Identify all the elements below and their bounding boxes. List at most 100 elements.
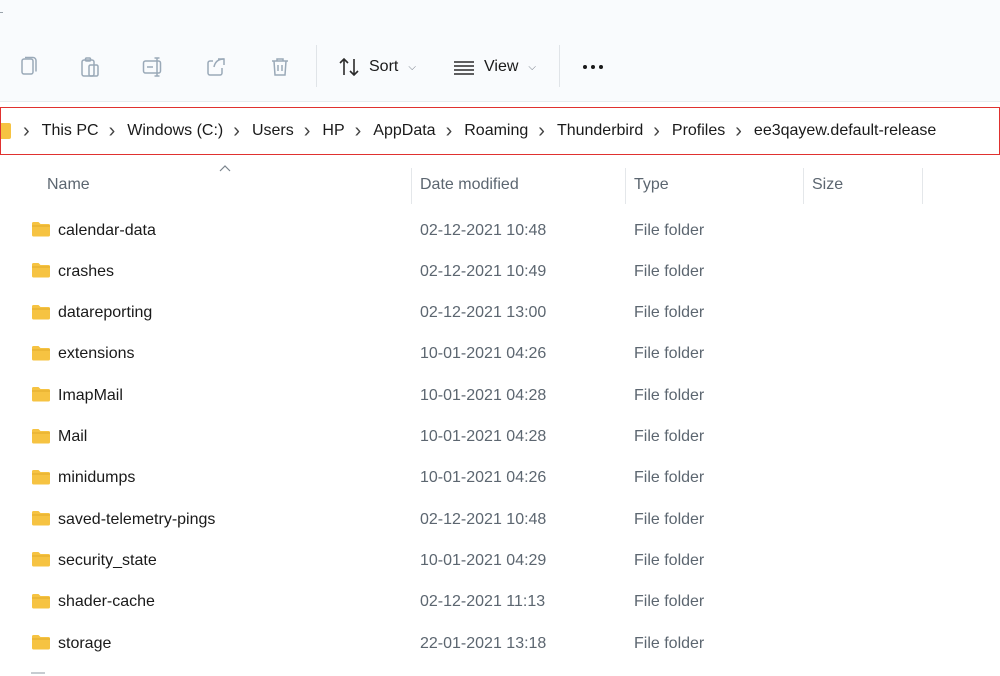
- chevron-right-icon[interactable]: ›: [109, 120, 116, 143]
- file-name: shader-cache: [58, 593, 155, 611]
- column-header-date[interactable]: Date modified: [420, 162, 519, 207]
- breadcrumb-item[interactable]: Profiles: [672, 122, 725, 140]
- file-type: File folder: [634, 386, 705, 404]
- date-modified: 02-12-2021 11:13: [420, 593, 546, 611]
- trash-icon: [272, 58, 288, 76]
- column-header-type[interactable]: Type: [634, 162, 669, 207]
- chevron-down-icon: ⌵: [528, 61, 536, 73]
- table-row[interactable]: ImapMail 10-01-2021 04:28 File folder: [0, 375, 1000, 416]
- folder-icon: [31, 386, 51, 402]
- table-row[interactable]: crashes 02-12-2021 10:49 File folder: [0, 251, 1000, 292]
- file-name: datareporting: [58, 304, 153, 322]
- folder-icon: [31, 469, 51, 485]
- column-header-size[interactable]: Size: [812, 162, 843, 207]
- folder-icon: [31, 262, 51, 278]
- date-modified: 02-12-2021 10:48: [420, 221, 547, 239]
- sort-ascending-icon: [219, 165, 231, 172]
- date-modified: 10-01-2021 04:26: [420, 469, 547, 487]
- breadcrumb-item[interactable]: This PC: [42, 122, 99, 140]
- table-row[interactable]: saved-telemetry-pings 02-12-2021 10:48 Fil…: [0, 499, 1000, 540]
- file-name: crashes: [58, 262, 115, 280]
- file-type: File folder: [634, 510, 705, 528]
- file-type: File folder: [634, 345, 705, 363]
- breadcrumb-item[interactable]: Thunderbird: [557, 122, 643, 140]
- table-row[interactable]: minidumps 10-01-2021 04:26 File folder: [0, 458, 1000, 499]
- chevron-down-icon: ⌵: [408, 61, 416, 73]
- breadcrumb-item[interactable]: ee3qayew.default-release: [754, 122, 936, 140]
- chevron-right-icon[interactable]: ›: [735, 120, 742, 143]
- table-row[interactable]: storage 22-01-2021 13:18 File folder: [0, 623, 1000, 664]
- file-explorer-window: Sort ⌵ View ⌵ › This PC › Windows (C:) › User…: [0, 0, 1000, 676]
- date-modified: 22-01-2021 13:18: [420, 634, 547, 652]
- copy-button[interactable]: [11, 50, 45, 84]
- folder-icon: [31, 304, 51, 320]
- date-modified: 10-01-2021 04:28: [420, 386, 547, 404]
- more-options-button[interactable]: [578, 54, 608, 80]
- partial-list-item: [31, 672, 45, 676]
- date-modified: 10-01-2021 04:26: [420, 345, 547, 363]
- table-row[interactable]: Mail 10-01-2021 04:28 File folder: [0, 417, 1000, 458]
- chevron-right-icon[interactable]: ›: [304, 120, 311, 143]
- file-name: extensions: [58, 345, 135, 363]
- breadcrumb-item[interactable]: Users: [252, 122, 294, 140]
- breadcrumb-item[interactable]: Windows (C:): [127, 122, 223, 140]
- table-row[interactable]: extensions 10-01-2021 04:26 File folder: [0, 334, 1000, 375]
- view-label: View: [484, 58, 519, 75]
- file-name: saved-telemetry-pings: [58, 510, 216, 528]
- file-type: File folder: [634, 304, 705, 322]
- column-divider[interactable]: [922, 168, 923, 204]
- ellipsis-icon: [599, 65, 603, 69]
- file-name: minidumps: [58, 469, 136, 487]
- file-type: File folder: [634, 221, 705, 239]
- folder-icon: [31, 221, 51, 237]
- folder-icon: [31, 593, 51, 609]
- paste-button[interactable]: [73, 50, 107, 84]
- breadcrumb: › This PC › Windows (C:) › Users › HP › AppData › R…: [19, 120, 942, 143]
- folder-icon: [1, 123, 11, 139]
- share-button[interactable]: [199, 50, 233, 84]
- view-lines-icon: [454, 61, 474, 75]
- address-bar[interactable]: › This PC › Windows (C:) › Users › HP › AppData › R…: [0, 107, 1000, 155]
- copy-icon: [21, 56, 37, 75]
- delete-button[interactable]: [263, 50, 297, 84]
- folder-icon: [31, 428, 51, 444]
- table-row[interactable]: shader-cache 02-12-2021 11:13 File folder: [0, 582, 1000, 623]
- file-type: File folder: [634, 634, 705, 652]
- breadcrumb-item[interactable]: AppData: [373, 122, 435, 140]
- chevron-right-icon[interactable]: ›: [446, 120, 453, 143]
- table-row[interactable]: datareporting 02-12-2021 13:00 File folder: [0, 293, 1000, 334]
- chevron-right-icon[interactable]: ›: [538, 120, 545, 143]
- column-divider[interactable]: [625, 168, 626, 204]
- breadcrumb-item[interactable]: Roaming: [464, 122, 528, 140]
- chevron-right-icon[interactable]: ›: [233, 120, 240, 143]
- ellipsis-icon: [583, 65, 587, 69]
- file-name: storage: [58, 634, 112, 652]
- ellipsis-icon: [591, 65, 595, 69]
- view-button[interactable]: View ⌵: [452, 50, 536, 84]
- column-header-name[interactable]: Name: [47, 162, 90, 207]
- folder-icon: [31, 634, 51, 650]
- chevron-right-icon[interactable]: ›: [653, 120, 660, 143]
- rename-icon: [142, 57, 162, 77]
- date-modified: 10-01-2021 04:29: [420, 551, 547, 569]
- sort-label: Sort: [369, 58, 399, 75]
- paste-icon: [81, 57, 99, 77]
- folder-icon: [31, 345, 51, 361]
- date-modified: 02-12-2021 10:49: [420, 262, 547, 280]
- table-row[interactable]: calendar-data 02-12-2021 10:48 File folder: [0, 210, 1000, 251]
- chevron-right-icon[interactable]: ›: [23, 120, 30, 143]
- date-modified: 02-12-2021 13:00: [420, 304, 547, 322]
- date-modified: 02-12-2021 10:48: [420, 510, 547, 528]
- file-type: File folder: [634, 593, 705, 611]
- folder-icon: [31, 551, 51, 567]
- file-name: Mail: [58, 428, 88, 445]
- breadcrumb-item[interactable]: HP: [322, 122, 344, 140]
- rename-button[interactable]: [136, 50, 170, 84]
- sort-button[interactable]: Sort ⌵: [337, 50, 416, 84]
- table-row[interactable]: security_state 10-01-2021 04:29 File folde…: [0, 540, 1000, 581]
- chevron-right-icon[interactable]: ›: [355, 120, 362, 143]
- column-divider[interactable]: [803, 168, 804, 204]
- column-header-row: Name Date modified Type Size: [0, 162, 1000, 207]
- column-divider[interactable]: [411, 168, 412, 204]
- window-edge-mark: [0, 12, 3, 13]
